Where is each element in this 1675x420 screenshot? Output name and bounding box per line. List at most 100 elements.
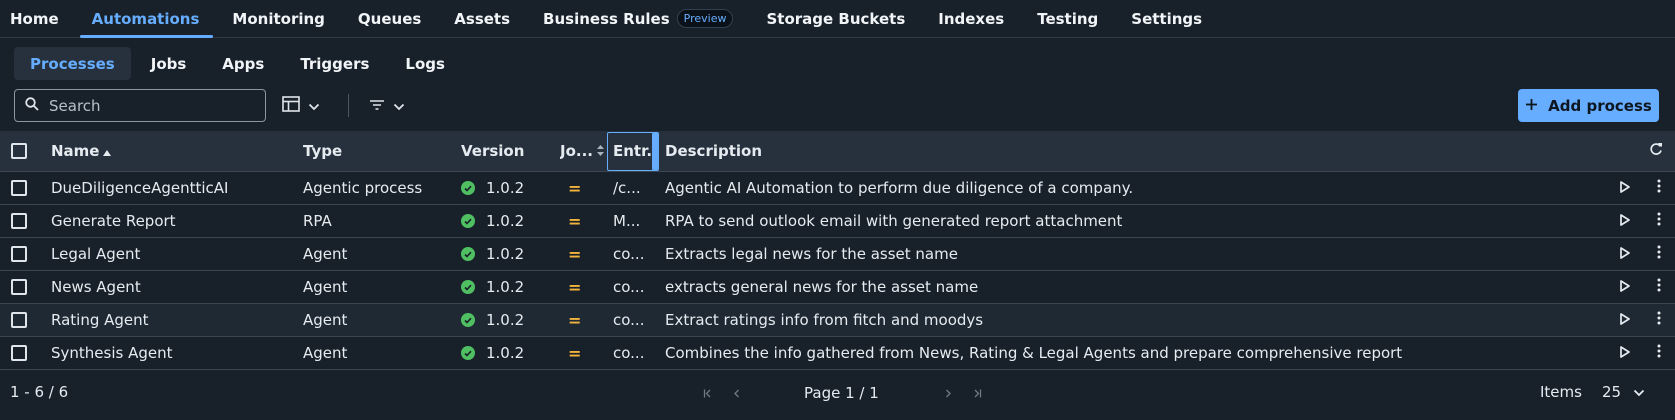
row-checkbox[interactable] [11, 180, 27, 196]
refresh-icon[interactable] [1649, 142, 1663, 160]
nav-tab-storage-buckets[interactable]: Storage Buckets [766, 0, 921, 37]
search-input[interactable] [49, 96, 249, 115]
jobs-cell: = [560, 304, 610, 336]
previous-page-icon[interactable] [722, 383, 750, 403]
process-version: 1.0.2 [461, 271, 556, 303]
nav-tab-automations[interactable]: Automations [79, 0, 216, 38]
process-description: Extract ratings info from fitch and mood… [665, 311, 984, 329]
row-select-cell [11, 271, 31, 303]
subtab-apps[interactable]: Apps [206, 47, 280, 80]
chevron-down-icon [1633, 383, 1645, 401]
table-row[interactable]: Rating Agent Agent 1.0.2 = co... Extract… [0, 304, 1675, 337]
play-icon[interactable] [1617, 212, 1630, 230]
play-icon[interactable] [1617, 245, 1630, 263]
row-checkbox[interactable] [11, 246, 27, 262]
process-name[interactable]: News Agent [51, 271, 296, 303]
select-all-checkbox[interactable] [11, 143, 27, 159]
first-page-icon[interactable] [694, 383, 722, 403]
items-per-page[interactable]: Items 25 [1540, 383, 1645, 401]
nav-tab-indexes[interactable]: Indexes [938, 0, 1020, 37]
column-header-type[interactable]: Type [303, 131, 453, 171]
nav-tab-home[interactable]: Home [10, 0, 75, 37]
items-per-page-value: 25 [1601, 383, 1622, 401]
process-description: Extracts legal news for the asset name [665, 245, 958, 263]
play-icon[interactable] [1617, 278, 1630, 296]
play-icon[interactable] [1617, 311, 1630, 329]
filter-button[interactable] [369, 89, 405, 122]
table-row[interactable]: Generate Report RPA 1.0.2 = M... RPA to … [0, 205, 1675, 238]
column-resize-handle[interactable] [652, 133, 658, 170]
more-options-icon[interactable] [1657, 245, 1667, 263]
process-name[interactable]: Legal Agent [51, 238, 296, 270]
process-description: extracts general news for the asset name [665, 278, 979, 296]
column-header-name-label: Name [51, 142, 100, 160]
pagination: Page 1 / 1 [694, 383, 991, 403]
preview-badge: Preview [676, 9, 734, 28]
nav-tab-queues[interactable]: Queues [358, 0, 437, 37]
row-actions [1617, 172, 1667, 204]
filter-icon [369, 97, 385, 115]
process-version: 1.0.2 [461, 205, 556, 237]
subtab-processes[interactable]: Processes [14, 47, 131, 80]
process-name[interactable]: Rating Agent [51, 304, 296, 336]
version-value: 1.0.2 [486, 245, 525, 263]
nav-tab-business-rules-label: Business Rules [543, 9, 670, 28]
row-actions [1617, 205, 1667, 237]
more-options-icon[interactable] [1657, 278, 1667, 296]
more-options-icon[interactable] [1657, 212, 1667, 230]
more-options-icon[interactable] [1657, 344, 1667, 362]
jobs-cell: = [560, 271, 610, 303]
table-footer: 1 - 6 / 6 Page 1 / 1 Items 25 [0, 375, 1675, 411]
play-icon[interactable] [1617, 179, 1630, 197]
version-value: 1.0.2 [486, 311, 525, 329]
last-page-icon[interactable] [963, 383, 991, 403]
toolbar-divider [348, 94, 349, 117]
nav-tab-monitoring[interactable]: Monitoring [232, 0, 340, 37]
processes-table: Name Type Version Jo... Entr... Descript… [0, 131, 1675, 370]
process-description: RPA to send outlook email with generated… [665, 212, 1123, 230]
column-header-description[interactable]: Description [665, 131, 1545, 171]
nav-tab-settings[interactable]: Settings [1131, 0, 1218, 37]
equals-icon: = [568, 244, 582, 264]
search-box[interactable] [14, 89, 266, 122]
play-icon[interactable] [1617, 344, 1630, 362]
nav-tab-testing[interactable]: Testing [1037, 0, 1114, 37]
nav-tab-business-rules[interactable]: Business Rules Preview [543, 0, 749, 37]
process-name[interactable]: DueDiligenceAgentticAI [51, 172, 296, 204]
subtab-triggers[interactable]: Triggers [284, 47, 385, 80]
jobs-cell: = [560, 172, 610, 204]
column-header-name[interactable]: Name [51, 131, 296, 171]
process-version: 1.0.2 [461, 337, 556, 369]
more-options-icon[interactable] [1657, 311, 1667, 329]
nav-tab-assets[interactable]: Assets [454, 0, 526, 37]
more-options-icon[interactable] [1657, 179, 1667, 197]
column-header-version[interactable]: Version [461, 131, 556, 171]
add-process-button[interactable]: Add process [1518, 89, 1659, 122]
process-name[interactable]: Synthesis Agent [51, 337, 296, 369]
entry-point: co... [613, 278, 645, 296]
table-row[interactable]: DueDiligenceAgentticAI Agentic process 1… [0, 172, 1675, 205]
process-name[interactable]: Generate Report [51, 205, 296, 237]
row-checkbox[interactable] [11, 312, 27, 328]
select-all-cell [11, 131, 31, 171]
row-checkbox[interactable] [11, 213, 27, 229]
items-label: Items [1540, 383, 1582, 401]
table-row[interactable]: Legal Agent Agent 1.0.2 = co... Extracts… [0, 238, 1675, 271]
next-page-icon[interactable] [935, 383, 963, 403]
sort-ascending-icon [103, 142, 112, 160]
table-row[interactable]: News Agent Agent 1.0.2 = co... extracts … [0, 271, 1675, 304]
process-type: RPA [303, 212, 332, 230]
entry-point: co... [613, 344, 645, 362]
process-type: Agent [303, 245, 348, 263]
row-checkbox[interactable] [11, 345, 27, 361]
entry-point: co... [613, 245, 645, 263]
version-value: 1.0.2 [486, 344, 525, 362]
table-row[interactable]: Synthesis Agent Agent 1.0.2 = co... Comb… [0, 337, 1675, 370]
subtab-logs[interactable]: Logs [389, 47, 461, 80]
row-checkbox[interactable] [11, 279, 27, 295]
column-options-button[interactable] [282, 89, 320, 122]
plus-icon [1525, 97, 1538, 115]
subtab-jobs[interactable]: Jobs [135, 47, 203, 80]
search-icon [25, 96, 39, 115]
column-header-jobs[interactable]: Jo... [560, 131, 610, 171]
